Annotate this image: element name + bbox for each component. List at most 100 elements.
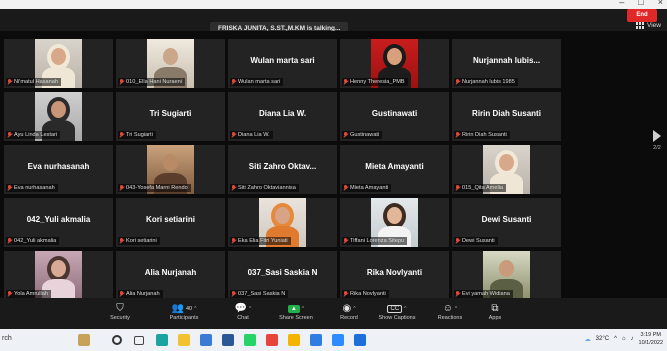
mic-muted-icon bbox=[7, 238, 12, 244]
mic-muted-icon bbox=[7, 132, 12, 138]
participant-name-label: 042_Yuli akmalia bbox=[6, 237, 60, 245]
store-icon[interactable] bbox=[200, 334, 212, 346]
participant-tile[interactable]: 042_Yuli akmalia 042_Yuli akmalia bbox=[4, 198, 113, 247]
caret-up-icon[interactable]: ^ bbox=[404, 306, 406, 312]
caret-up-icon[interactable]: ^ bbox=[455, 306, 457, 312]
participant-name-label: Henny Theresia_PMB bbox=[342, 78, 408, 86]
next-page-button[interactable]: 2/2 bbox=[653, 130, 661, 151]
participant-tile[interactable]: Tri Sugiarti Tri Sugiarti bbox=[116, 92, 225, 141]
mic-muted-icon bbox=[119, 79, 124, 85]
toolbar-label: Participants bbox=[169, 315, 199, 321]
participant-tile[interactable]: Ririn Diah Susanti Ririn Diah Susanti bbox=[452, 92, 561, 141]
participant-name: 010_Ella Hani Nuraeni bbox=[126, 79, 182, 85]
file-explorer-icon[interactable] bbox=[178, 334, 190, 346]
edge-icon[interactable] bbox=[156, 334, 168, 346]
participant-tile[interactable]: Evi yamah Widiana bbox=[452, 251, 561, 300]
participant-tile[interactable]: Rika Novlyanti Rika Novlyanti bbox=[340, 251, 449, 300]
participant-tile[interactable]: Tiffani Lorenza Sitepu bbox=[340, 198, 449, 247]
participant-tile[interactable]: Siti Zahro Oktav... Siti Zahro Oktavianni… bbox=[228, 145, 337, 194]
participant-name-label: Dewi Susanti bbox=[454, 237, 498, 245]
mic-muted-icon bbox=[455, 291, 460, 297]
participant-display-name: Gustinawati bbox=[371, 109, 418, 118]
tray-chevron-icon[interactable]: ^ bbox=[614, 336, 617, 342]
participant-name: Nurjannah lubis 1985 bbox=[462, 79, 515, 85]
participant-tile[interactable]: 015_Qita Amelia bbox=[452, 145, 561, 194]
maximize-button[interactable]: □ bbox=[638, 0, 643, 7]
participant-name: Dewi Susanti bbox=[462, 238, 495, 244]
window-title-strip: – □ × bbox=[0, 0, 667, 9]
minimize-button[interactable]: – bbox=[619, 0, 624, 7]
chrome-icon[interactable] bbox=[266, 334, 278, 346]
caret-up-icon[interactable]: ^ bbox=[302, 306, 304, 312]
caret-up-icon[interactable]: ^ bbox=[353, 306, 355, 312]
caret-up-icon[interactable]: ^ bbox=[249, 306, 251, 312]
mic-muted-icon bbox=[119, 238, 124, 244]
mic-muted-icon bbox=[343, 185, 348, 191]
participant-display-name: Eva nurhasanah bbox=[27, 162, 90, 171]
mic-muted-icon bbox=[119, 185, 124, 191]
photos-icon[interactable] bbox=[310, 334, 322, 346]
participant-display-name: Alia Nurjanah bbox=[144, 268, 197, 277]
chat-button[interactable]: 💬 ^ Chat bbox=[228, 302, 258, 321]
participant-tile[interactable]: Eka Elia Fitri Yuniati bbox=[228, 198, 337, 247]
participant-name: Kori setiarini bbox=[126, 238, 157, 244]
whatsapp-icon[interactable] bbox=[244, 334, 256, 346]
participant-name: 043-Yosefa Marni Rendo bbox=[126, 185, 188, 191]
participant-tile[interactable]: Kori setiarini Kori setiarini bbox=[116, 198, 225, 247]
participant-display-name: Kori setiarini bbox=[146, 215, 195, 224]
chrome-alt-icon[interactable] bbox=[288, 334, 300, 346]
participant-name: Yola Amrullah bbox=[14, 291, 48, 297]
toolbar-label: Reactions bbox=[437, 315, 463, 321]
security-button[interactable]: ⛉ Security bbox=[100, 302, 140, 321]
mic-muted-icon bbox=[231, 291, 236, 297]
participant-name: Tiffani Lorenza Sitepu bbox=[350, 238, 405, 244]
participant-name: Siti Zahro Oktaviannisa bbox=[238, 185, 296, 191]
end-meeting-button[interactable]: End bbox=[627, 9, 657, 22]
search-circle-icon[interactable] bbox=[112, 335, 122, 345]
participant-tile[interactable]: Henny Theresia_PMB bbox=[340, 39, 449, 88]
show-captions-button[interactable]: CC ^ Show Captions bbox=[372, 302, 422, 321]
word-icon[interactable] bbox=[222, 334, 234, 346]
mic-muted-icon bbox=[7, 185, 12, 191]
taskbar-search-text[interactable]: rch bbox=[2, 335, 12, 342]
participant-tile[interactable]: 010_Ella Hani Nuraeni bbox=[116, 39, 225, 88]
participant-tile[interactable]: Alia Nurjanah Alia Nurjanah bbox=[116, 251, 225, 300]
participant-tile[interactable]: 043-Yosefa Marni Rendo bbox=[116, 145, 225, 194]
close-button[interactable]: × bbox=[658, 0, 663, 7]
network-icon[interactable]: ⌂ bbox=[622, 336, 626, 342]
apps-button[interactable]: ⧉ Apps bbox=[482, 302, 508, 321]
mail-icon[interactable] bbox=[354, 334, 366, 346]
mic-muted-icon bbox=[455, 79, 460, 85]
caret-up-icon[interactable]: ^ bbox=[194, 306, 196, 312]
participant-tile[interactable]: Ni'matul Hasanah bbox=[4, 39, 113, 88]
participant-display-name: Nurjannah lubis... bbox=[472, 56, 541, 65]
participant-tile[interactable]: Diana Lia W. Diana Lia W. bbox=[228, 92, 337, 141]
shield-icon: ⛉ bbox=[116, 303, 124, 314]
participant-tile[interactable]: Nurjannah lubis... Nurjannah lubis 1985 bbox=[452, 39, 561, 88]
participant-tile[interactable]: Gustinawati Gustinawati bbox=[340, 92, 449, 141]
task-view-icon[interactable] bbox=[134, 336, 144, 345]
zoom-icon[interactable] bbox=[332, 334, 344, 346]
participant-tile[interactable]: Wulan marta sari Wulan marta sari bbox=[228, 39, 337, 88]
reactions-button[interactable]: ☺ ^ Reactions bbox=[430, 302, 470, 321]
participant-tile[interactable]: Ayu Linda Lestari bbox=[4, 92, 113, 141]
start-figure-icon[interactable] bbox=[78, 334, 90, 346]
participant-name: Mieta Amayanti bbox=[350, 185, 389, 191]
participant-name-label: Eka Elia Fitri Yuniati bbox=[230, 237, 291, 245]
record-button[interactable]: ◉ ^ Record bbox=[332, 302, 366, 321]
meeting-toolbar: ⛉ Security 👥 40 ^ Participants 💬 ^ Chat ▲ ^ Share S… bbox=[0, 298, 667, 329]
participant-tile[interactable]: Yola Amrullah bbox=[4, 251, 113, 300]
participant-tile[interactable]: Mieta Amayanti Mieta Amayanti bbox=[340, 145, 449, 194]
view-label: View bbox=[647, 22, 661, 29]
participant-tile[interactable]: Dewi Susanti Dewi Susanti bbox=[452, 198, 561, 247]
weather-icon[interactable]: ☁ bbox=[585, 336, 591, 343]
participant-name-label: Tri Sugiarti bbox=[118, 131, 156, 139]
share-screen-button[interactable]: ▲ ^ Share Screen bbox=[272, 302, 320, 321]
volume-icon[interactable]: ♪ bbox=[631, 336, 634, 342]
participants-button[interactable]: 👥 40 ^ Participants bbox=[160, 302, 208, 321]
view-button[interactable]: View bbox=[636, 22, 661, 29]
clock[interactable]: 3:19 PM 10/1/2022 bbox=[639, 331, 663, 347]
participant-tile[interactable]: 037_Sasi Saskia N 037_Sasi Saskia N bbox=[228, 251, 337, 300]
mic-muted-icon bbox=[7, 291, 12, 297]
participant-tile[interactable]: Eva nurhasanah Eva nurhasanah bbox=[4, 145, 113, 194]
